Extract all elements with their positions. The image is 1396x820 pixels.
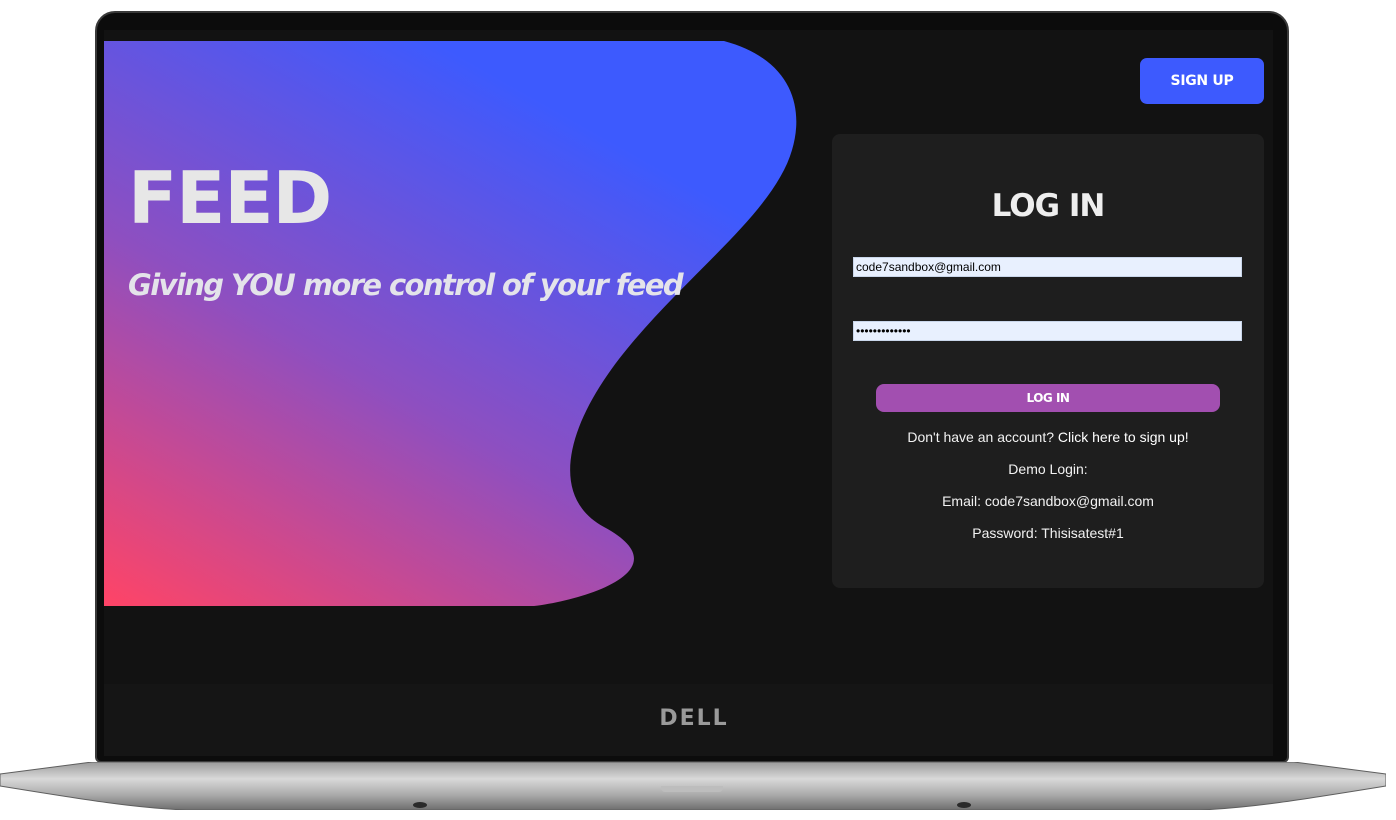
login-heading: LOG IN (991, 188, 1106, 224)
login-button[interactable]: LOG IN (876, 384, 1220, 412)
hero-tagline: Giving YOU more control of your feed (128, 268, 684, 302)
demo-email-text: Email: code7sandbox@gmail.com (942, 493, 1154, 509)
hero-title: FEED (128, 156, 332, 240)
signup-link[interactable]: Click here to sign up! (1058, 429, 1189, 445)
signup-prompt-text: Don't have an account? (907, 429, 1055, 445)
login-card: LOG IN LOG IN Don't have an account? Cli… (832, 134, 1264, 588)
dell-logo: DELL (659, 706, 729, 731)
hinge-notch (661, 786, 723, 792)
demo-password-text: Password: Thisisatest#1 (972, 525, 1124, 541)
app-screen: FEED Giving YOU more control of your fee… (104, 30, 1273, 684)
signup-prompt: Don't have an account? Click here to sig… (832, 429, 1264, 445)
email-field[interactable] (853, 257, 1242, 277)
demo-login-label: Demo Login: (1008, 461, 1088, 477)
signup-button[interactable]: SIGN UP (1140, 58, 1264, 104)
password-field[interactable] (853, 321, 1242, 341)
